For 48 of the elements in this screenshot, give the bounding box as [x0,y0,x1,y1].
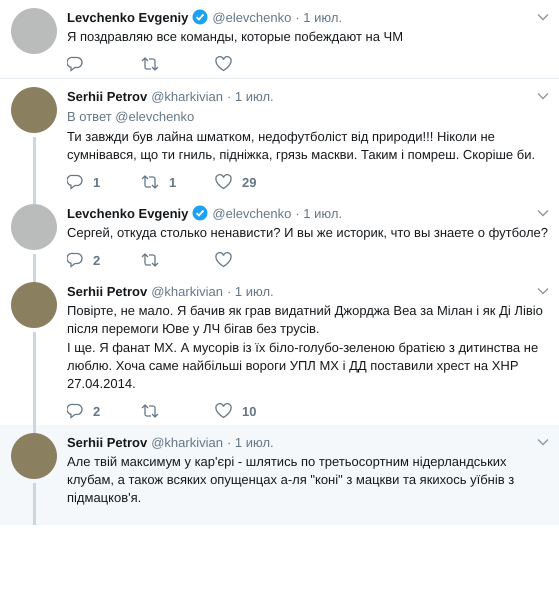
chevron-down-icon[interactable] [537,438,549,446]
action-count: 1 [169,174,176,190]
speech-bubble-icon[interactable] [67,174,83,190]
chevron-down-icon[interactable] [537,92,549,100]
avatar[interactable] [11,87,57,133]
tweet-text: І ще. Я фанат МХ. А мусорів із їх біло-голубо-зеленою братією з дитинства не люблю. Хоча саме найбільші вороги УПЛ МХ і ДД поставили хрест на ХНР 27.04.2014. [67,339,540,393]
tweet-text: Я поздравляю все команды, которые побеждают на ЧМ [67,28,404,46]
author-name[interactable]: Levchenko Evgeniy [67,10,188,24]
tweet-text: Але твій максимум у кар'єрі - шлятись по третьосортним нідерландських клубам, а також всяких опущенцах а-ля "коні" з мацкви та якихось уїбнів з підмацков'я. [67,453,516,507]
reply-to-text: В ответ @elevchenko [67,109,196,124]
heart-icon[interactable] [215,56,232,72]
action-count: 2 [93,252,100,268]
tweet-date[interactable]: · 1 июл. [295,10,342,24]
action-count: 2 [93,404,100,418]
avatar[interactable] [11,282,57,328]
retweet-icon[interactable] [141,56,159,72]
action-count: 1 [93,174,100,190]
retweet-icon[interactable] [141,403,159,419]
action-count: 10 [242,404,256,418]
retweet-icon[interactable] [141,174,159,190]
user-handle[interactable]: @elevchenko [212,10,292,24]
tweet-date[interactable]: · 1 июл. [226,284,274,298]
author-name[interactable]: Serhii Petrov [67,284,148,298]
user-handle[interactable]: @elevchenko [212,206,292,220]
chevron-down-icon[interactable] [537,287,549,295]
tweet-text: Ти завжди був лайна шматком, недофутболіст від природи!!! Ніколи не сумнівався, що ти гниль, підніжка, грязь маскви. Таким і помреш. Скоріше би. [67,128,536,164]
retweet-icon[interactable] [141,252,159,268]
tweet-date[interactable]: · 1 июл. [295,206,342,220]
author-name[interactable]: Levchenko Evgeniy [67,206,188,220]
heart-icon[interactable] [215,174,232,190]
tweet-text: Сергей, откуда столько ненависти? И вы же историк, что вы знаете о футболе? [67,224,549,242]
tweet-date[interactable]: · 1 июл. [226,434,274,450]
user-handle[interactable]: @kharkivian [151,88,223,104]
author-name[interactable]: Serhii Petrov [67,88,148,104]
heart-icon[interactable] [215,252,232,268]
chevron-down-icon[interactable] [537,13,549,21]
heart-icon[interactable] [215,403,232,419]
author-name[interactable]: Serhii Petrov [67,434,148,450]
tweet-text: Повірте, не мало. Я бачив як грав видатний Джорджа Веа за Мілан і як Ді Лівіо після перемоги Юве у ЛЧ бігав без трусів. [67,302,544,338]
speech-bubble-icon[interactable] [67,56,83,72]
speech-bubble-icon[interactable] [67,403,83,419]
speech-bubble-icon[interactable] [67,252,83,268]
user-handle[interactable]: @kharkivian [151,434,223,450]
chevron-down-icon[interactable] [537,209,549,217]
user-handle[interactable]: @kharkivian [151,284,223,298]
avatar[interactable] [11,433,57,479]
tweet-date[interactable]: · 1 июл. [226,88,274,104]
action-count: 29 [242,174,256,190]
